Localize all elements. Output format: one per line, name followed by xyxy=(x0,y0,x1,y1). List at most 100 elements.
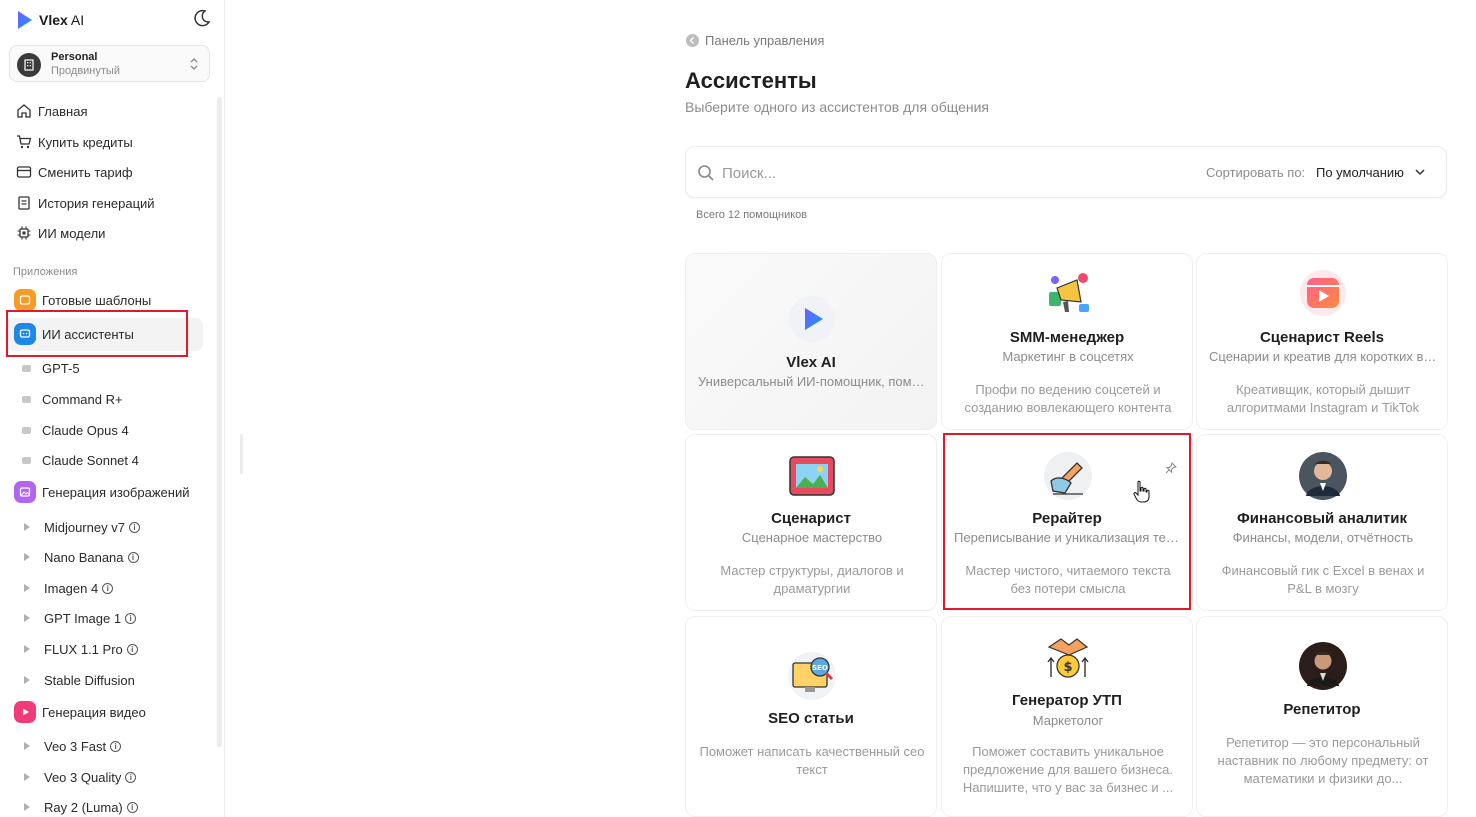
workspace-plan: Продвинутый xyxy=(51,65,120,77)
svg-text:SEO: SEO xyxy=(812,664,828,672)
assistant-card-financial-analyst[interactable]: Финансовый аналитик Финансы, модели, отч… xyxy=(1196,434,1448,611)
seo-monitor-icon: SEO xyxy=(787,651,837,701)
money-handshake-icon: $ xyxy=(1043,633,1093,683)
info-icon[interactable]: i xyxy=(127,551,139,563)
highlight-box-rewriter xyxy=(943,433,1191,610)
nav-item-label: Купить кредиты xyxy=(38,134,133,150)
app-label: Генерация изображений xyxy=(42,484,190,500)
sidebar-model-midjourney[interactable]: Midjourney v7 i xyxy=(22,517,140,537)
info-icon[interactable]: i xyxy=(125,771,137,783)
svg-text:$: $ xyxy=(1063,660,1072,675)
app-templates[interactable]: Готовые шаблоны xyxy=(14,288,151,312)
sidebar-model-claude-opus[interactable]: Claude Opus 4 xyxy=(22,420,129,440)
sidebar-model-command-r[interactable]: Command R+ xyxy=(22,389,123,409)
chevron-down-icon[interactable] xyxy=(1414,167,1426,177)
sidebar-model-nano-banana[interactable]: Nano Banana i xyxy=(22,547,139,567)
home-icon xyxy=(17,104,31,118)
building-icon xyxy=(17,53,41,77)
play-arrow-icon xyxy=(24,523,30,531)
model-label: Ray 2 (Luma) xyxy=(44,799,123,815)
play-arrow-icon xyxy=(24,584,30,592)
chevron-updown-icon xyxy=(190,58,198,70)
model-label: GPT Image 1 xyxy=(44,610,122,626)
nav-item-history[interactable]: История генераций xyxy=(16,192,155,214)
card-description: Репетитор — это персональный наставник п… xyxy=(1217,735,1429,786)
workspace-switcher[interactable]: Personal Продвинутый xyxy=(9,45,210,82)
card-title: Генератор УТП xyxy=(1012,692,1122,709)
card-title: Сценарист Reels xyxy=(1259,329,1385,346)
info-icon[interactable]: i xyxy=(126,643,138,655)
model-dot-icon xyxy=(22,456,31,464)
info-icon[interactable]: i xyxy=(110,740,122,752)
model-label: GPT-5 xyxy=(42,360,80,376)
card-description: Профи по ведению соцсетей и созданию вов… xyxy=(964,382,1172,415)
sidebar-model-veo3-quality[interactable]: Veo 3 Quality i xyxy=(22,767,137,787)
page-title: Ассистенты xyxy=(685,68,817,93)
workspace-name: Personal xyxy=(51,51,98,63)
search-input[interactable] xyxy=(722,161,1122,185)
card-subtitle: Сценарии и креатив для коротких видео xyxy=(1209,349,1437,364)
sidebar-model-gpt5[interactable]: GPT-5 xyxy=(22,358,80,378)
nav-item-label: Главная xyxy=(38,103,88,119)
nav-item-change-plan[interactable]: Сменить тариф xyxy=(16,161,133,183)
cart-icon xyxy=(17,135,32,149)
card-subtitle: Сценарное мастерство xyxy=(741,530,883,545)
model-dot-icon xyxy=(22,426,31,434)
model-label: Command R+ xyxy=(42,391,123,407)
app-label: Готовые шаблоны xyxy=(42,292,152,308)
info-icon[interactable]: i xyxy=(102,582,114,594)
model-label: FLUX 1.1 Pro xyxy=(44,641,123,657)
card-description: Мастер структуры, диалогов и драматургии xyxy=(720,563,904,596)
search-bar: Сортировать по: По умолчанию xyxy=(685,146,1447,198)
model-label: Claude Sonnet 4 xyxy=(42,452,139,468)
sort-dropdown[interactable]: По умолчанию xyxy=(1316,165,1404,180)
card-subtitle: Маркетинг в соцсетях xyxy=(1002,349,1134,364)
nav-item-ai-models[interactable]: ИИ модели xyxy=(16,222,105,244)
app-image-generation[interactable]: Генерация изображений xyxy=(14,480,189,504)
reels-icon xyxy=(1298,268,1348,318)
sidebar-model-gpt-image[interactable]: GPT Image 1i xyxy=(22,608,137,628)
breadcrumb[interactable]: Панель управления xyxy=(686,33,824,48)
model-label: Midjourney v7 xyxy=(44,519,125,535)
nav-item-home[interactable]: Главная xyxy=(16,100,87,122)
play-arrow-icon xyxy=(24,645,30,653)
info-icon[interactable]: i xyxy=(126,801,138,813)
theme-toggle-moon-icon[interactable] xyxy=(192,8,212,28)
sidebar-resize-handle[interactable] xyxy=(240,434,243,474)
card-subtitle: Финансы, модели, отчётность xyxy=(1232,530,1414,545)
sidebar-model-stable-diffusion[interactable]: Stable Diffusion xyxy=(22,670,135,690)
play-arrow-icon xyxy=(24,614,30,622)
card-subtitle: Универсальный ИИ-помощник, помогающий с … xyxy=(698,374,926,389)
card-icon xyxy=(16,166,32,178)
sidebar-model-claude-sonnet[interactable]: Claude Sonnet 4 xyxy=(22,450,139,470)
info-icon[interactable]: i xyxy=(125,612,137,624)
assistant-card-tutor[interactable]: Репетитор Репетитор — это персональный н… xyxy=(1196,616,1448,817)
model-label: Stable Diffusion xyxy=(44,672,135,688)
card-description: Поможет составить уникальное предложение… xyxy=(962,744,1174,795)
assistant-card-vlex[interactable]: Vlex AI Универсальный ИИ-помощник, помог… xyxy=(685,253,937,430)
sidebar-model-imagen[interactable]: Imagen 4i xyxy=(22,578,114,598)
card-description: Поможет написать качественный сео текст xyxy=(699,744,925,777)
analyst-avatar-icon xyxy=(1298,451,1348,501)
sidebar-model-flux[interactable]: FLUX 1.1 Pro i xyxy=(22,639,138,659)
card-title: Финансовый аналитик xyxy=(1237,510,1407,527)
tutor-avatar-icon xyxy=(1298,641,1348,691)
info-icon[interactable]: i xyxy=(128,521,140,533)
back-arrow-icon xyxy=(686,34,699,47)
assistant-card-usp-generator[interactable]: $ Генератор УТП Маркетолог Поможет соста… xyxy=(941,616,1193,817)
theater-icon xyxy=(787,451,837,501)
assistant-card-smm[interactable]: SMM-менеджер Маркетинг в соцсетях Профи … xyxy=(941,253,1193,430)
logo-row: Vlex AI xyxy=(16,8,212,32)
sidebar-model-veo3-fast[interactable]: Veo 3 Fast i xyxy=(22,736,122,756)
assistant-card-seo[interactable]: SEO SEO статьи Поможет написать качестве… xyxy=(685,616,937,817)
card-description: Креативщик, который дышит алгоритмами In… xyxy=(1226,382,1420,415)
assistants-count: Всего 12 помощников xyxy=(696,209,808,221)
assistant-card-screenwriter[interactable]: Сценарист Сценарное мастерство Мастер ст… xyxy=(685,434,937,611)
sidebar-scrollbar[interactable] xyxy=(217,97,222,747)
sort-label: Сортировать по: xyxy=(1206,165,1306,180)
assistant-card-reels[interactable]: Сценарист Reels Сценарии и креатив для к… xyxy=(1196,253,1448,430)
vlex-logo-icon xyxy=(18,11,32,29)
sidebar-model-ray2[interactable]: Ray 2 (Luma) i xyxy=(22,797,138,817)
app-video-generation[interactable]: Генерация видео xyxy=(14,700,146,724)
nav-item-buy-credits[interactable]: Купить кредиты xyxy=(16,131,133,153)
